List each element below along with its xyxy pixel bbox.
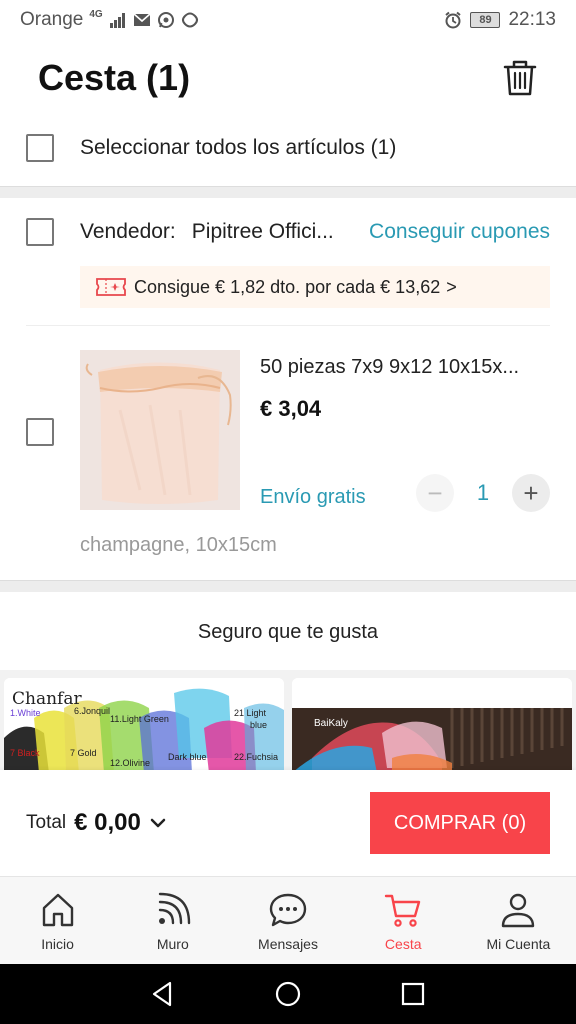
home-button-icon[interactable] xyxy=(273,979,303,1009)
nav-label: Inicio xyxy=(41,935,74,952)
coupon-icon xyxy=(96,278,126,296)
nav-label: Cesta xyxy=(384,935,422,952)
message-icon xyxy=(269,893,307,926)
nav-item-messages[interactable]: Mensajes xyxy=(230,877,345,964)
carrier-name: Orange xyxy=(20,9,84,30)
svg-text:7 Gold: 7 Gold xyxy=(70,748,97,758)
nav-item-feed[interactable]: Muro xyxy=(115,877,230,964)
home-icon xyxy=(42,893,73,926)
nav-item-home[interactable]: Inicio xyxy=(0,877,115,964)
seller-name[interactable]: Pipitree Offici... xyxy=(192,220,334,244)
free-shipping-label: Envío gratis xyxy=(260,486,366,508)
quantity-increase-button[interactable]: + xyxy=(512,474,550,512)
promo-text: Consigue € 1,82 dto. por cada € 13,62 xyxy=(134,276,441,297)
system-nav-bar xyxy=(0,964,576,1024)
status-right: 89 22:13 xyxy=(444,9,556,31)
row-divider xyxy=(26,325,550,326)
nav-label: Mi Cuenta xyxy=(486,935,551,952)
cart-item: 50 piezas 7x9 9x12 10x15x... € 3,04 Enví… xyxy=(0,340,576,570)
signal-icon xyxy=(109,13,125,28)
section-divider xyxy=(0,186,576,198)
svg-text:11.Light Green: 11.Light Green xyxy=(110,714,169,724)
product-title[interactable]: 50 piezas 7x9 9x12 10x15x... xyxy=(260,356,550,379)
recents-icon[interactable] xyxy=(398,979,428,1009)
buy-button[interactable]: COMPRAR (0) xyxy=(370,792,550,854)
product-price: € 3,04 xyxy=(260,396,322,421)
network-type: 4G xyxy=(89,8,103,20)
product-variant[interactable]: champagne, 10x15cm xyxy=(80,534,277,557)
whatsapp-icon xyxy=(157,12,174,28)
promo-arrow: > xyxy=(446,276,457,297)
svg-text:1.White: 1.White xyxy=(10,708,41,718)
status-left: Orange 4G xyxy=(20,9,199,31)
card-brand: BaiKaly xyxy=(314,718,348,729)
svg-text:Dark blue: Dark blue xyxy=(168,752,207,762)
back-icon[interactable] xyxy=(148,979,178,1009)
nav-label: Mensajes xyxy=(258,935,318,952)
promo-banner[interactable]: Consigue € 1,82 dto. por cada € 13,62 > xyxy=(80,266,550,308)
page-title: Cesta (1) xyxy=(38,57,191,98)
nav-item-account[interactable]: Mi Cuenta xyxy=(461,877,576,964)
item-checkbox[interactable] xyxy=(26,418,54,446)
get-coupons-link[interactable]: Conseguir cupones xyxy=(369,220,550,244)
seller-row: Vendedor: Pipitree Offici... Conseguir c… xyxy=(0,200,576,264)
nav-label: Muro xyxy=(156,935,189,952)
section-divider xyxy=(0,580,576,592)
select-all-checkbox[interactable] xyxy=(26,134,54,162)
svg-text:blue: blue xyxy=(250,720,267,730)
mail-icon xyxy=(133,13,151,26)
alarm-icon xyxy=(445,11,462,29)
quantity-decrease-button[interactable]: − xyxy=(416,474,454,512)
total-label: Total xyxy=(26,812,67,833)
trash-icon[interactable] xyxy=(502,58,538,98)
svg-text:21 Light: 21 Light xyxy=(234,708,267,718)
cart-icon xyxy=(385,894,421,927)
product-image[interactable] xyxy=(80,350,240,510)
chevron-down-icon[interactable] xyxy=(149,814,167,832)
feed-icon xyxy=(158,892,190,924)
battery-indicator: 89 xyxy=(470,12,501,28)
bottom-nav: Inicio Muro Mensajes Cesta Mi Cuenta xyxy=(0,876,576,964)
status-bar: Orange 4G 89 22:13 xyxy=(0,0,576,40)
header: Cesta (1) xyxy=(0,40,576,116)
svg-text:22.Fuchsia: 22.Fuchsia xyxy=(234,752,278,762)
select-all-row[interactable]: Seleccionar todos los artículos (1) xyxy=(0,116,576,180)
seller-prefix: Vendedor: xyxy=(80,220,176,243)
seller-checkbox[interactable] xyxy=(26,218,54,246)
nav-item-cart[interactable]: Cesta xyxy=(346,877,461,964)
select-all-label: Seleccionar todos los artículos (1) xyxy=(80,136,397,159)
card-brand: Chanfar xyxy=(12,689,82,709)
app-notification-icon xyxy=(181,12,198,28)
checkout-bar: Total € 0,00 COMPRAR (0) xyxy=(0,770,576,876)
svg-text:12.Olivine: 12.Olivine xyxy=(110,758,150,768)
quantity-value[interactable]: 1 xyxy=(462,480,504,506)
total-value: € 0,00 xyxy=(74,809,141,836)
user-icon xyxy=(502,893,535,927)
organza-bag-image xyxy=(80,350,240,510)
svg-text:6.Jonquil: 6.Jonquil xyxy=(74,706,110,716)
clock: 22:13 xyxy=(508,9,556,30)
svg-text:7 Black: 7 Black xyxy=(10,748,40,758)
recommendations-title: Seguro que te gusta xyxy=(0,594,576,670)
